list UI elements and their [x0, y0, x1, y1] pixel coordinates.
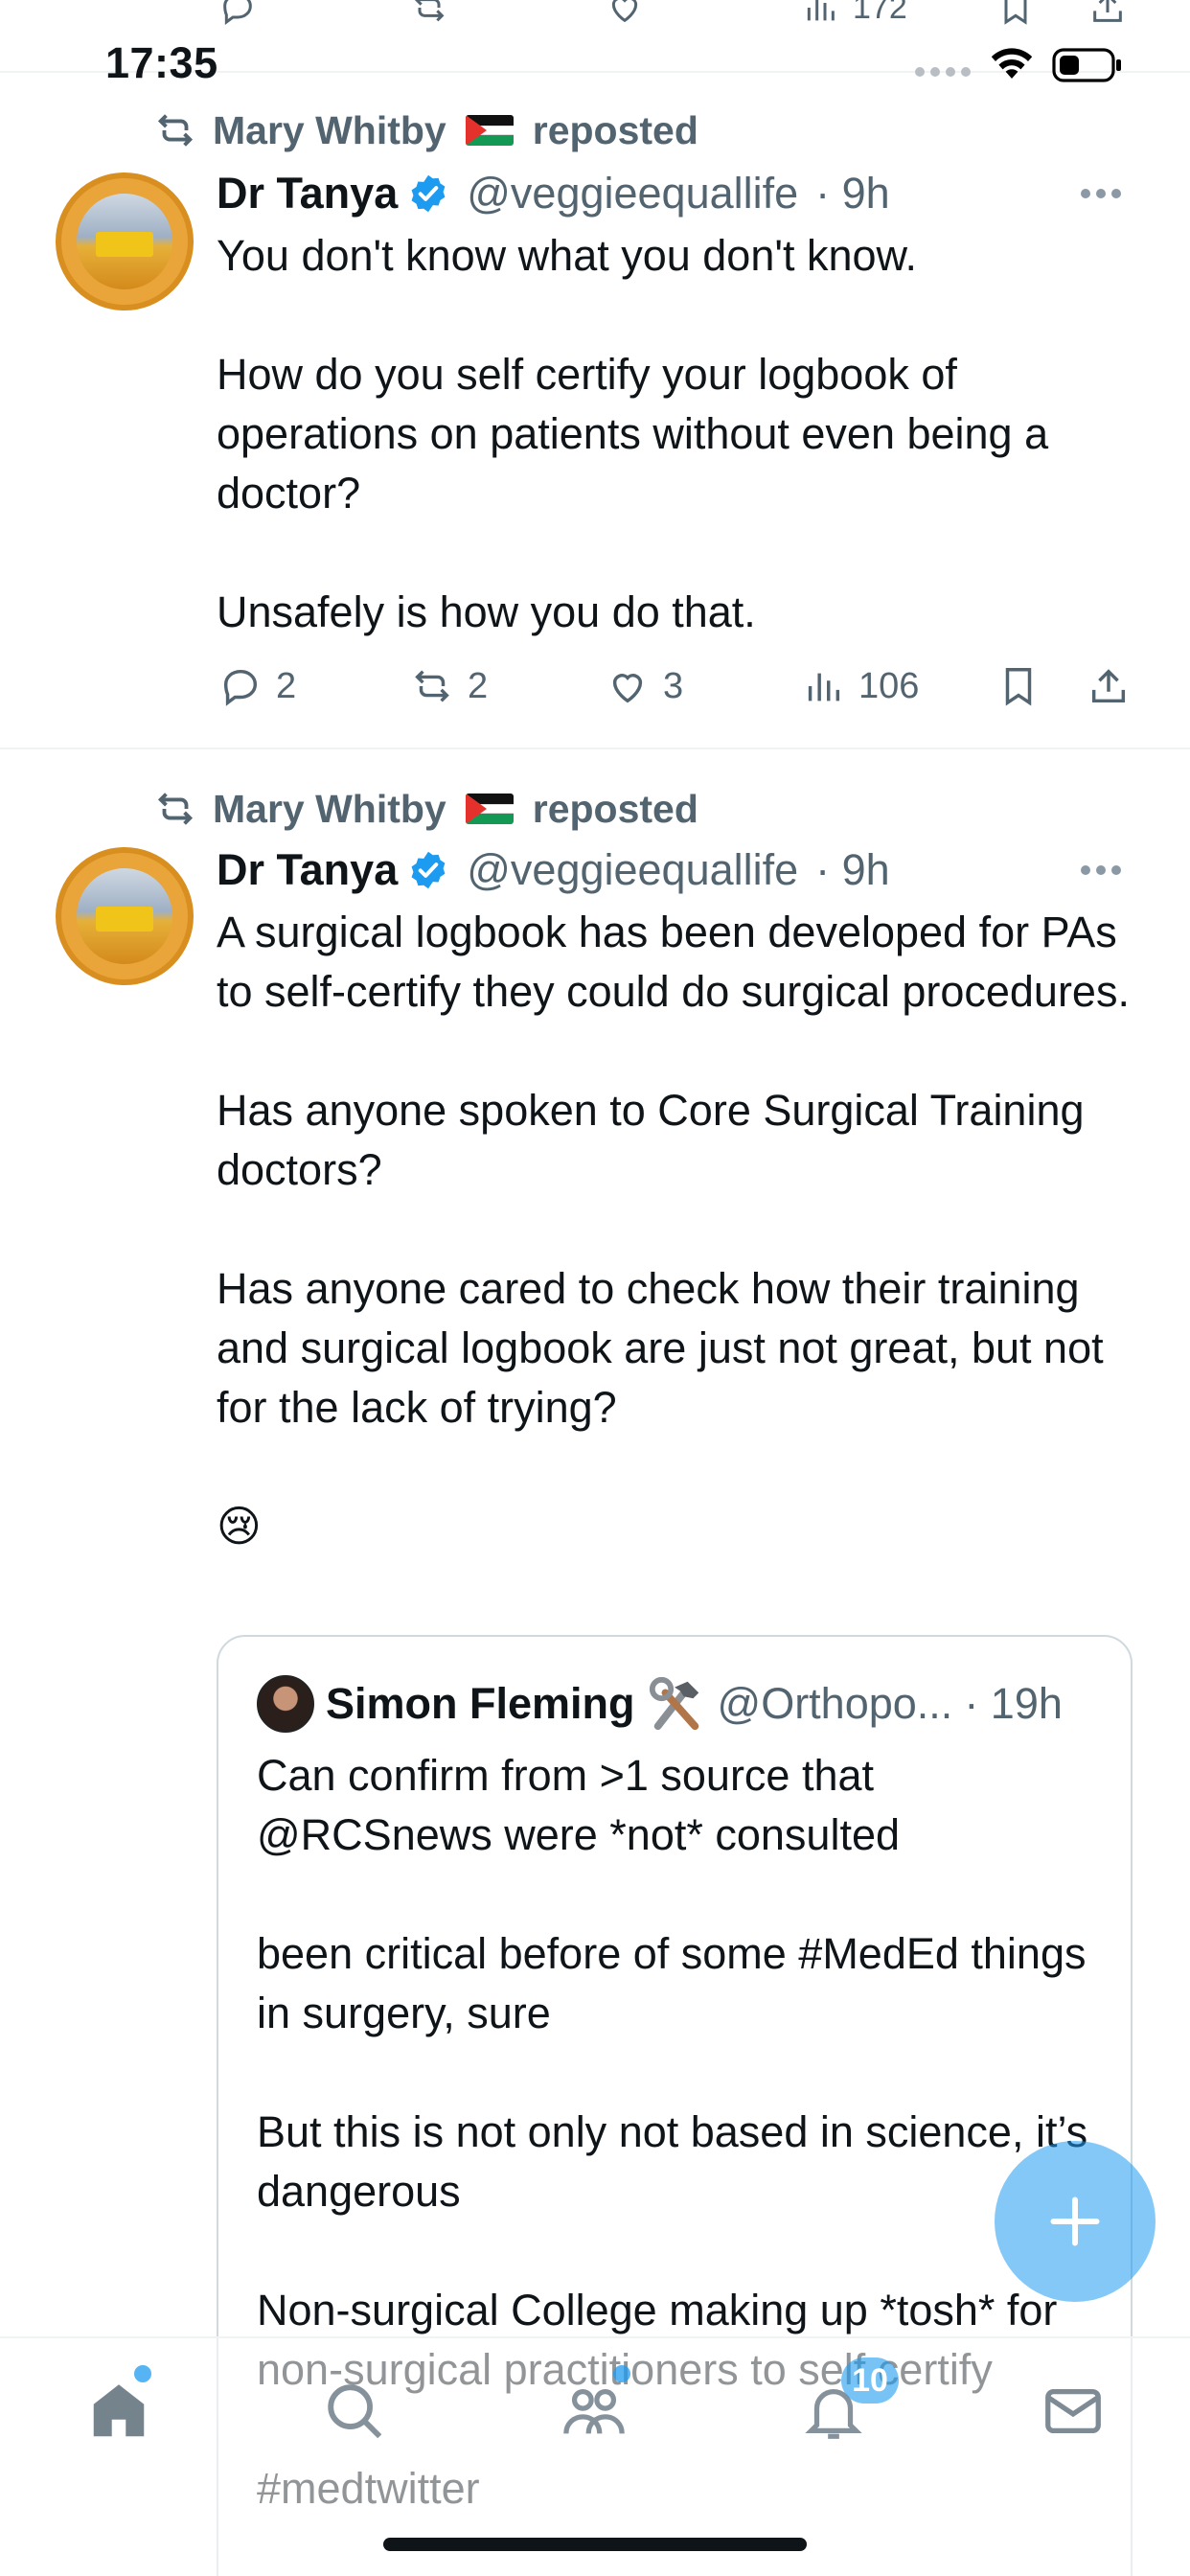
share-icon [1091, 669, 1126, 703]
author-name[interactable]: Dr Tanya [217, 169, 398, 218]
home-indicator [383, 2538, 807, 2551]
views-count: 106 [858, 665, 920, 706]
search-icon [328, 2384, 382, 2439]
author-name[interactable]: Dr Tanya [217, 845, 398, 895]
more-options-icon[interactable] [1081, 165, 1121, 222]
share-button[interactable] [1087, 657, 1131, 715]
wifi-icon [991, 48, 1033, 79]
tab-search[interactable] [316, 2373, 393, 2450]
repost-attribution[interactable]: Mary Whitby reposted [153, 786, 698, 832]
tweet-time: · 9h [815, 845, 890, 894]
views-icon [808, 673, 840, 702]
tweet-header: Dr Tanya @veggieequallife · 9h [217, 165, 890, 222]
quoted-avatar [257, 1675, 314, 1733]
compose-plus-icon [1050, 2196, 1100, 2246]
views-button[interactable]: 106 [801, 657, 919, 715]
battery-icon [1052, 48, 1121, 82]
hammer-and-wrench-icon [649, 1677, 698, 1731]
repost-icon [157, 114, 194, 147]
tweet-actions: 2 2 3 106 [0, 657, 1190, 715]
compose-button[interactable] [995, 2141, 1156, 2302]
repost-attribution[interactable]: Mary Whitby reposted [153, 107, 698, 153]
reposter-name: Mary Whitby [213, 107, 446, 152]
bookmark-button[interactable] [996, 657, 1041, 715]
new-posts-dot [134, 2365, 151, 2382]
palestine-flag-icon [465, 115, 514, 146]
home-icon [93, 2384, 145, 2437]
avatar[interactable] [56, 172, 194, 310]
tab-home[interactable] [80, 2373, 157, 2450]
communities-icon [563, 2388, 625, 2434]
notifications-badge: 10 [841, 2358, 899, 2404]
communities-dot [613, 2365, 630, 2382]
quoted-tweet-time: · 19h [964, 1679, 1063, 1728]
like-button[interactable]: 3 [606, 657, 683, 715]
author-handle[interactable]: @veggieequallife [467, 169, 798, 218]
author-handle[interactable]: @veggieequallife [467, 845, 798, 895]
more-options-icon[interactable] [1081, 841, 1121, 899]
like-count: 3 [663, 665, 684, 706]
tab-communities[interactable] [556, 2373, 632, 2450]
repost-icon [157, 793, 194, 825]
verified-badge-icon [411, 174, 446, 213]
reposted-label: reposted [532, 107, 698, 152]
tab-messages[interactable] [1035, 2373, 1111, 2450]
palestine-flag-icon [465, 794, 514, 824]
tweet-text: A surgical logbook has been developed fo… [217, 908, 1130, 1551]
cellular-signal-icon [915, 67, 971, 77]
reposter-name: Mary Whitby [213, 786, 446, 831]
like-icon [612, 674, 643, 703]
bookmark-icon [1005, 668, 1032, 706]
status-bar: 17:35 [0, 0, 1190, 87]
tweet-header: Dr Tanya @veggieequallife · 9h [217, 841, 890, 899]
quoted-author-handle: @Orthopo... [717, 1679, 953, 1728]
verified-badge-icon [411, 851, 446, 889]
tweet-time: · 9h [815, 169, 890, 218]
quoted-author-name: Simon Fleming [326, 1679, 635, 1728]
reply-button[interactable]: 2 [218, 657, 296, 715]
repost-icon [415, 670, 449, 702]
divider [0, 748, 1190, 749]
status-time: 17:35 [105, 38, 218, 87]
repost-count: 2 [468, 665, 489, 706]
tweet-text: You don't know what you don't know. How … [217, 231, 1049, 636]
reply-icon [223, 669, 258, 706]
timeline-screen: 172 17:35 Mary Whitby reposted Dr Tanya … [0, 0, 1190, 2576]
repost-button[interactable]: 2 [410, 657, 488, 715]
reposted-label: reposted [532, 786, 698, 831]
reply-count: 2 [276, 665, 297, 706]
avatar[interactable] [56, 847, 194, 985]
quoted-tweet-header: Simon Fleming @Orthopo... · 19h [257, 1675, 1063, 1733]
mail-icon [1045, 2388, 1101, 2434]
